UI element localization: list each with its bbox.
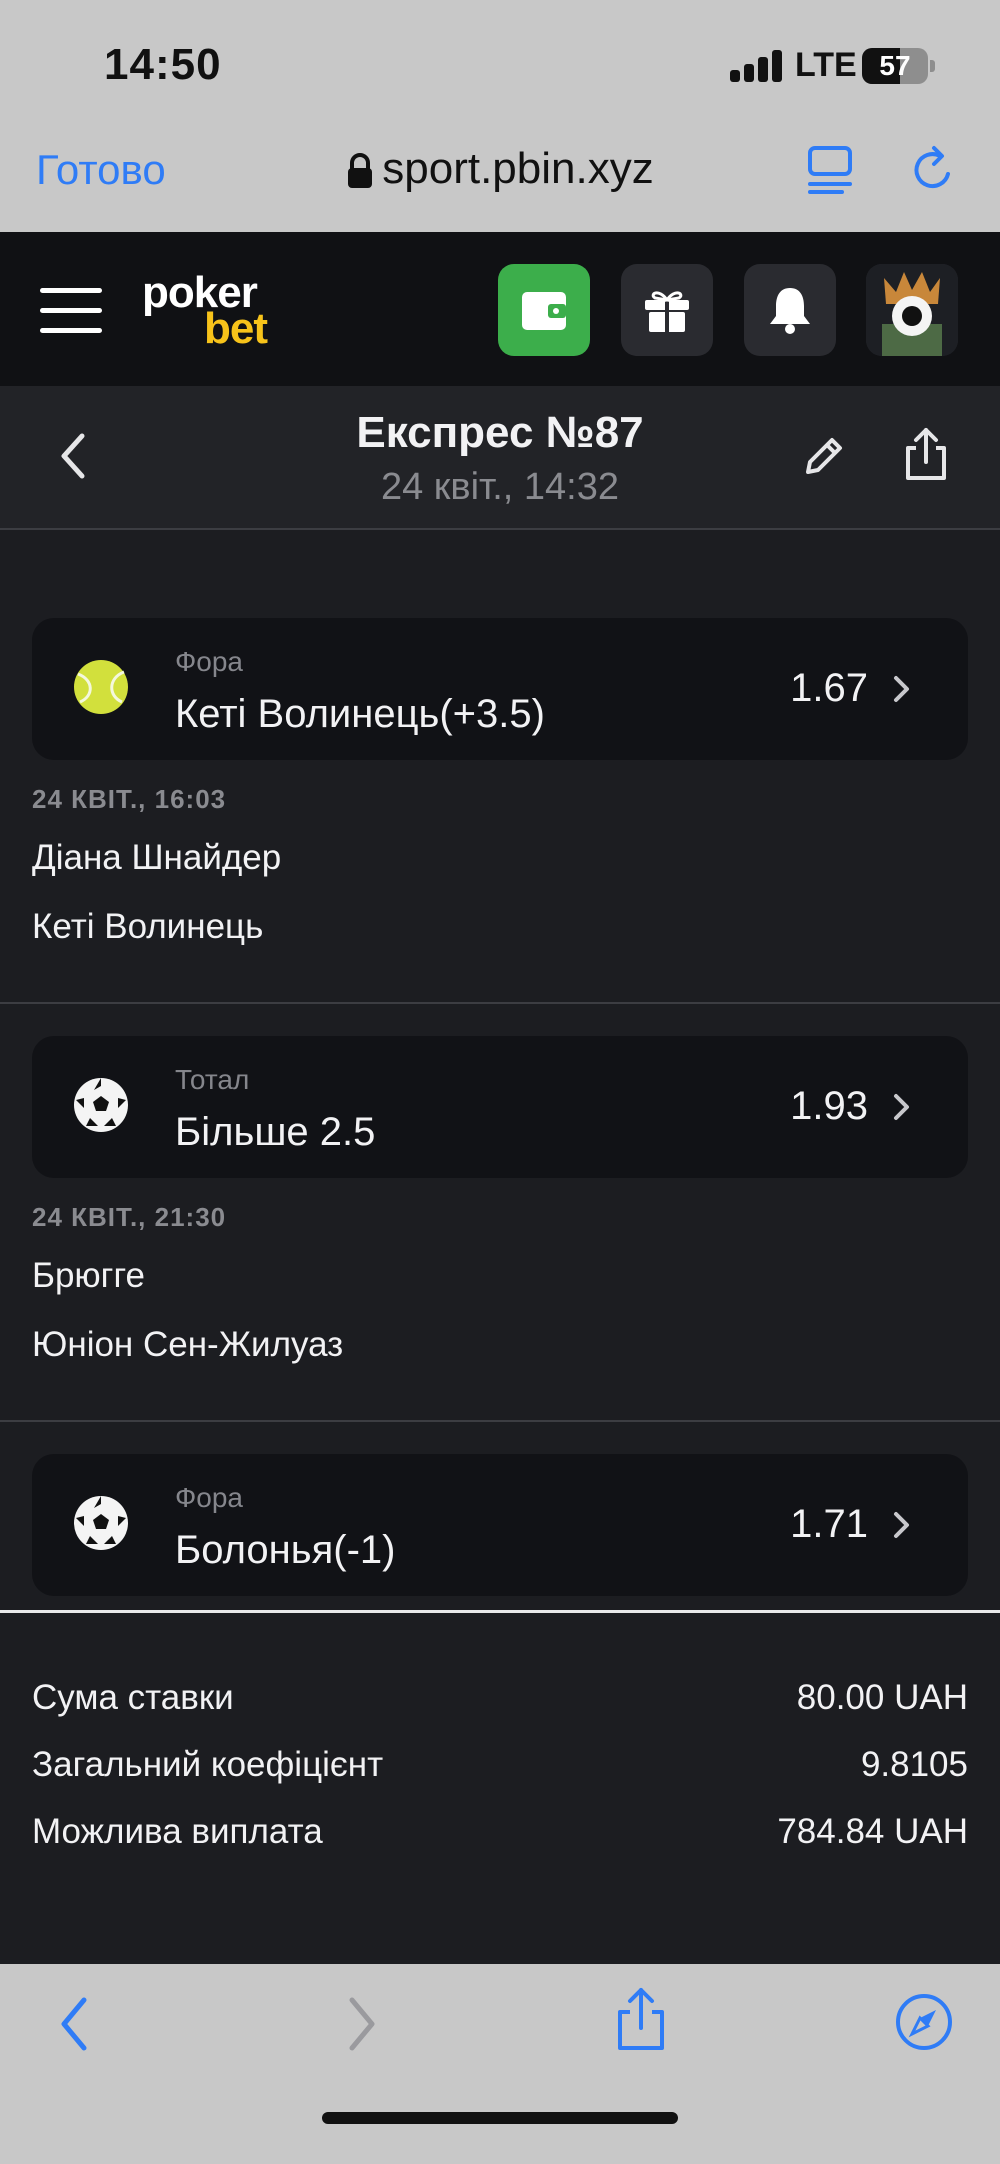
gift-icon — [645, 291, 689, 332]
bet-selection-card[interactable]: Фора Болонья(-1) 1.71 — [32, 1454, 968, 1596]
signal-icon — [730, 50, 786, 82]
section-divider — [0, 1002, 1000, 1004]
battery-level: 57 — [879, 50, 911, 81]
event-time: 24 КВІТ., 16:03 — [32, 784, 227, 814]
stake-row: Сума ставки 80.00 UAH — [32, 1678, 968, 1728]
reader-mode-icon[interactable] — [806, 142, 858, 198]
selection-odds: 1.67 — [790, 666, 868, 710]
gift-button[interactable] — [621, 264, 713, 356]
bet-selection-card[interactable]: Тотал Більше 2.5 1.93 — [32, 1036, 968, 1178]
browser-share-icon[interactable] — [614, 1986, 668, 2052]
browser-forward-icon[interactable] — [344, 1994, 380, 2054]
share-icon[interactable] — [902, 426, 950, 482]
hamburger-menu-icon[interactable] — [40, 288, 102, 334]
team-name: Брюгге — [32, 1256, 145, 1295]
stake-label: Сума ставки — [32, 1678, 234, 1717]
network-type: LTE — [795, 46, 857, 84]
chevron-right-icon — [894, 1512, 909, 1538]
user-avatar[interactable] — [866, 264, 958, 356]
stake-value: 80.00 UAH — [796, 1678, 968, 1717]
wallet-icon — [522, 292, 566, 330]
chevron-right-icon — [894, 1094, 909, 1120]
payout-value: 784.84 UAH — [777, 1812, 968, 1851]
team-name: Кеті Волинець — [32, 907, 264, 946]
soccer-ball-icon — [74, 1496, 128, 1550]
team-name: Діана Шнайдер — [32, 838, 282, 877]
selection-name: Кеті Волинець(+3.5) — [175, 692, 545, 736]
total-odds-label: Загальний коефіцієнт — [32, 1745, 384, 1784]
summary-divider — [0, 1610, 1000, 1613]
notifications-button[interactable] — [744, 264, 836, 356]
market-name: Фора — [175, 1482, 244, 1513]
selection-odds: 1.93 — [790, 1084, 868, 1128]
browser-back-icon[interactable] — [56, 1994, 92, 2054]
pokerbet-logo[interactable]: poker bet — [142, 268, 282, 353]
selection-name: Більше 2.5 — [175, 1110, 376, 1154]
selection-name: Болонья(-1) — [175, 1528, 396, 1572]
tennis-ball-icon — [74, 660, 128, 714]
event-time: 24 КВІТ., 21:30 — [32, 1202, 227, 1232]
bell-icon — [770, 288, 810, 334]
lock-icon — [348, 153, 373, 189]
chevron-right-icon — [894, 676, 909, 702]
browser-bar: Готово sport.pbin.xyz — [0, 120, 1000, 232]
avatar-image — [866, 264, 958, 356]
browser-toolbar — [0, 1964, 1000, 2164]
status-bar: 14:50 LTE 57 — [0, 0, 1000, 120]
selection-odds: 1.71 — [790, 1502, 868, 1546]
reload-icon[interactable] — [908, 144, 958, 196]
total-odds-value: 9.8105 — [860, 1745, 968, 1784]
market-name: Тотал — [175, 1064, 250, 1095]
logo-text-bottom: bet — [204, 304, 268, 353]
total-odds-row: Загальний коефіцієнт 9.8105 — [32, 1745, 968, 1795]
home-indicator — [322, 2112, 678, 2124]
status-time: 14:50 — [104, 40, 222, 89]
url-text: sport.pbin.xyz — [382, 144, 654, 193]
bet-selection-card[interactable]: Фора Кеті Волинець(+3.5) 1.67 — [32, 618, 968, 760]
compass-icon[interactable] — [894, 1992, 954, 2052]
bet-title: Експрес №87 — [356, 408, 644, 457]
team-name: Юніон Сен-Жилуаз — [32, 1325, 344, 1364]
wallet-button[interactable] — [498, 264, 590, 356]
bet-date: 24 квіт., 14:32 — [380, 466, 620, 508]
payout-label: Можлива виплата — [32, 1812, 323, 1851]
battery-tip — [930, 60, 935, 72]
payout-row: Можлива виплата 784.84 UAH — [32, 1812, 968, 1862]
bet-title-bar: Експрес №87 24 квіт., 14:32 — [0, 386, 1000, 530]
pencil-icon[interactable] — [800, 432, 848, 480]
soccer-ball-icon — [74, 1078, 128, 1132]
battery-icon: 57 — [862, 48, 928, 84]
app-header: poker bet — [0, 232, 1000, 386]
section-divider — [0, 1420, 1000, 1422]
market-name: Фора — [175, 646, 244, 677]
